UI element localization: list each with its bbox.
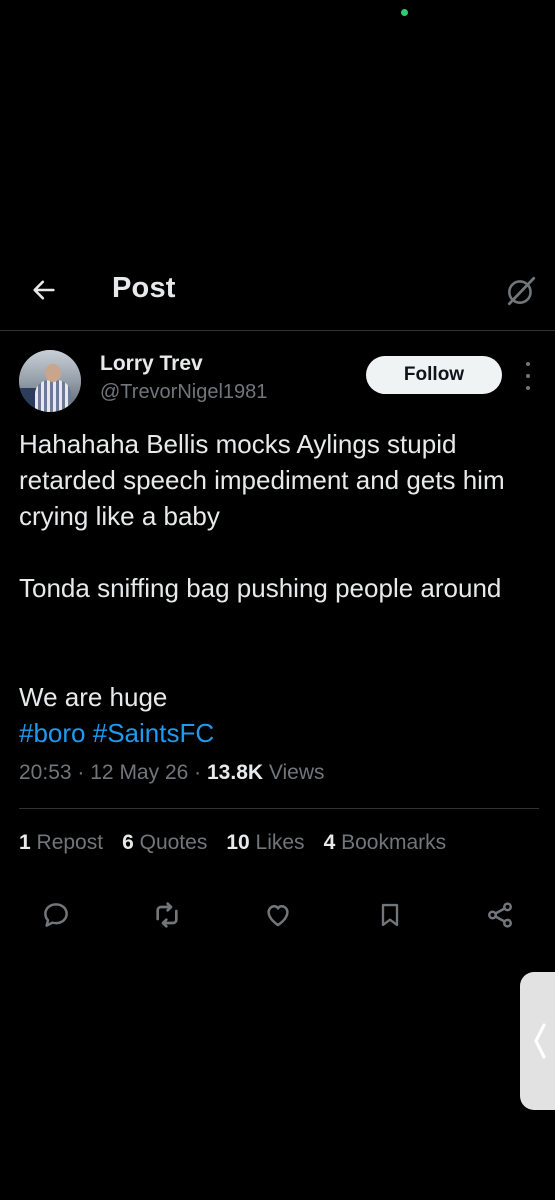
reply-button[interactable] [34,893,78,937]
reposts-stat[interactable]: 1 Repost [19,831,103,855]
more-vertical-icon [526,362,530,366]
quotes-stat[interactable]: 6 Quotes [122,831,207,855]
edge-panel-handle[interactable] [520,972,555,1110]
engagement-stats: 1 Repost 6 Quotes 10 Likes 4 Bookmarks [19,831,465,855]
share-icon [488,902,512,928]
views-label: Views [268,761,325,784]
repost-icon [156,902,178,928]
reply-icon [44,903,68,927]
bookmark-icon [381,903,399,927]
camera-indicator-dot [401,9,408,16]
likes-stat[interactable]: 10 Likes [226,831,304,855]
page-title: Post [112,272,176,304]
views-count[interactable]: 13.8K [207,761,263,784]
grok-icon [507,276,536,306]
chevron-left-icon [534,1023,546,1059]
hashtag-link[interactable]: #SaintsFC [93,718,214,748]
bookmark-button[interactable] [368,893,412,937]
post-text-paragraph-3: We are huge [19,682,168,712]
hashtag-link[interactable]: #boro [19,718,86,748]
meta-separator: · [194,761,202,784]
post-time[interactable]: 20:53 [19,761,72,784]
post-hashtags: #boro #SaintsFC [19,715,539,751]
meta-separator: · [77,761,85,784]
arrow-left-icon [33,280,55,300]
post-header: Post [0,258,555,330]
metadata-divider [19,808,539,809]
header-divider [0,330,555,331]
post-text-paragraph-1: Hahahaha Bellis mocks Aylings stupid ret… [19,429,505,531]
post-text-paragraph-2: Tonda sniffing bag pushing people around [19,573,502,603]
bookmarks-stat[interactable]: 4 Bookmarks [324,831,447,855]
heart-icon [267,905,289,927]
share-button[interactable] [478,893,522,937]
repost-button[interactable] [145,893,189,937]
avatar[interactable] [19,350,81,412]
follow-button[interactable]: Follow [366,356,502,394]
like-button[interactable] [256,893,300,937]
back-button[interactable] [24,270,64,310]
post-metadata: 20:53 · 12 May 26 · 13.8K Views [19,761,325,785]
more-options-button[interactable] [518,362,538,390]
grok-button[interactable] [500,270,542,312]
user-handle[interactable]: @TrevorNigel1981 [100,381,267,404]
display-name[interactable]: Lorry Trev [100,352,203,376]
action-bar [0,893,555,937]
post-date[interactable]: 12 May 26 [90,761,188,784]
